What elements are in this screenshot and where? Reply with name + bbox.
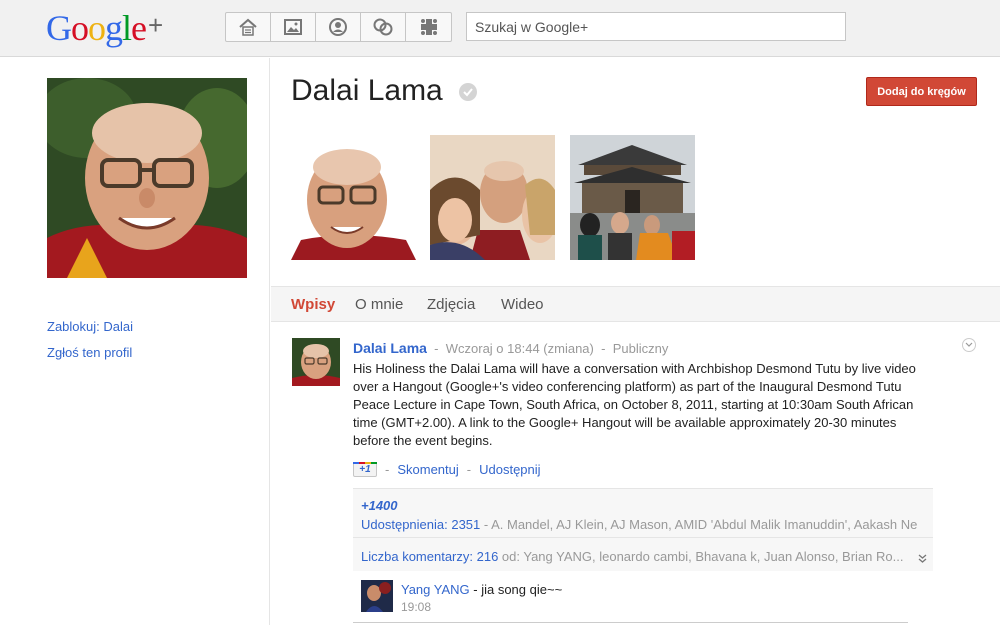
verified-badge bbox=[459, 83, 477, 101]
nav-photos-button[interactable] bbox=[271, 13, 316, 41]
separator: - bbox=[601, 341, 606, 356]
thumbnail-image bbox=[291, 135, 416, 260]
post-timestamp[interactable]: Wczoraj o 18:44 (zmiana) bbox=[446, 341, 594, 356]
post-header: Dalai Lama - Wczoraj o 18:44 (zmiana) - … bbox=[353, 340, 668, 356]
profile-tabs: Wpisy O mnie Zdjęcia Wideo bbox=[271, 286, 1000, 322]
chevron-down-icon bbox=[965, 342, 973, 347]
comment-text: - jia song qie~~ bbox=[469, 582, 563, 597]
thumbnail-image bbox=[570, 135, 695, 260]
logo-letter: g bbox=[105, 8, 123, 48]
report-profile-link[interactable]: Zgłoś ten profil bbox=[47, 345, 132, 360]
google-plus-logo[interactable]: Google+ bbox=[46, 8, 163, 51]
logo-letter: G bbox=[46, 8, 72, 48]
photo-thumbnail[interactable] bbox=[430, 135, 555, 260]
shares-count-link[interactable]: Udostępnienia: 2351 bbox=[361, 517, 480, 532]
portrait-image bbox=[47, 78, 247, 278]
post-stats: +1400 Udostępnienia: 2351 - A. Mandel, A… bbox=[353, 488, 933, 571]
photo-thumbnail[interactable] bbox=[570, 135, 695, 260]
separator: - bbox=[385, 462, 390, 477]
comment-author-link[interactable]: Yang YANG bbox=[401, 582, 470, 597]
comments-count-link[interactable]: Liczba komentarzy: 216 bbox=[361, 549, 498, 564]
post-visibility[interactable]: Publiczny bbox=[613, 341, 669, 356]
divider bbox=[353, 537, 933, 538]
comment-body: Yang YANG - jia song qie~~ bbox=[401, 582, 562, 597]
tab-posts[interactable]: Wpisy bbox=[291, 296, 335, 313]
add-to-circles-button[interactable]: Dodaj do kręgów bbox=[866, 77, 977, 106]
photo-thumbnail[interactable] bbox=[291, 135, 416, 260]
tab-about[interactable]: O mnie bbox=[355, 296, 403, 313]
separator: - bbox=[466, 462, 472, 477]
logo-letter: e bbox=[131, 8, 147, 48]
left-column: Zablokuj: Dalai Zgłoś ten profil bbox=[0, 58, 270, 625]
thumbnail-image bbox=[430, 135, 555, 260]
plus-one-count[interactable]: +1400 bbox=[361, 498, 398, 513]
logo-plus: + bbox=[148, 10, 163, 40]
shares-line: Udostępnienia: 2351 - A. Mandel, AJ Klei… bbox=[361, 517, 926, 532]
post-menu-button[interactable] bbox=[962, 338, 976, 352]
comments-names[interactable]: od: Yang YANG, leonardo cambi, Bhavana k… bbox=[498, 549, 904, 564]
logo-letter: o bbox=[88, 8, 106, 48]
circles-icon bbox=[373, 18, 393, 36]
main-nav bbox=[225, 12, 452, 42]
post-author-avatar[interactable] bbox=[292, 338, 340, 386]
nav-profile-button[interactable] bbox=[316, 13, 361, 41]
nav-circles-button[interactable] bbox=[361, 13, 406, 41]
search-input[interactable] bbox=[466, 12, 846, 41]
double-chevron-down-icon bbox=[918, 554, 927, 563]
home-icon bbox=[239, 18, 257, 36]
top-bar: Google+ bbox=[0, 0, 1000, 57]
tab-videos[interactable]: Wideo bbox=[501, 296, 544, 313]
post-author-link[interactable]: Dalai Lama bbox=[353, 340, 427, 356]
expand-comments-button[interactable] bbox=[918, 550, 927, 568]
avatar-image bbox=[292, 338, 340, 386]
checkmark-icon bbox=[463, 88, 473, 97]
photos-icon bbox=[284, 19, 302, 35]
comments-line: Liczba komentarzy: 216 od: Yang YANG, le… bbox=[361, 549, 916, 564]
logo-letter: l bbox=[122, 8, 132, 48]
comment-link[interactable]: Skomentuj bbox=[397, 462, 458, 477]
share-link[interactable]: Udostępnij bbox=[479, 462, 540, 477]
post-actions: +1 - Skomentuj - Udostępnij bbox=[353, 462, 541, 477]
shares-names[interactable]: - A. Mandel, AJ Klein, AJ Mason, AMID 'A… bbox=[480, 517, 917, 532]
avatar-image bbox=[361, 580, 393, 612]
separator: - bbox=[434, 341, 439, 356]
profile-icon bbox=[329, 18, 347, 36]
plus-one-button[interactable]: +1 bbox=[353, 462, 377, 477]
block-user-link[interactable]: Zablokuj: Dalai bbox=[47, 319, 133, 334]
profile-name: Dalai Lama bbox=[291, 74, 443, 107]
nav-home-button[interactable] bbox=[226, 13, 271, 41]
tab-photos[interactable]: Zdjęcia bbox=[427, 296, 475, 313]
comment-author-avatar[interactable] bbox=[361, 580, 393, 612]
logo-letter: o bbox=[71, 8, 89, 48]
games-icon bbox=[420, 19, 437, 35]
comment-timestamp[interactable]: 19:08 bbox=[401, 600, 431, 614]
nav-games-button[interactable] bbox=[406, 13, 451, 41]
profile-photo[interactable] bbox=[47, 78, 247, 278]
post-body: His Holiness the Dalai Lama will have a … bbox=[353, 361, 916, 448]
